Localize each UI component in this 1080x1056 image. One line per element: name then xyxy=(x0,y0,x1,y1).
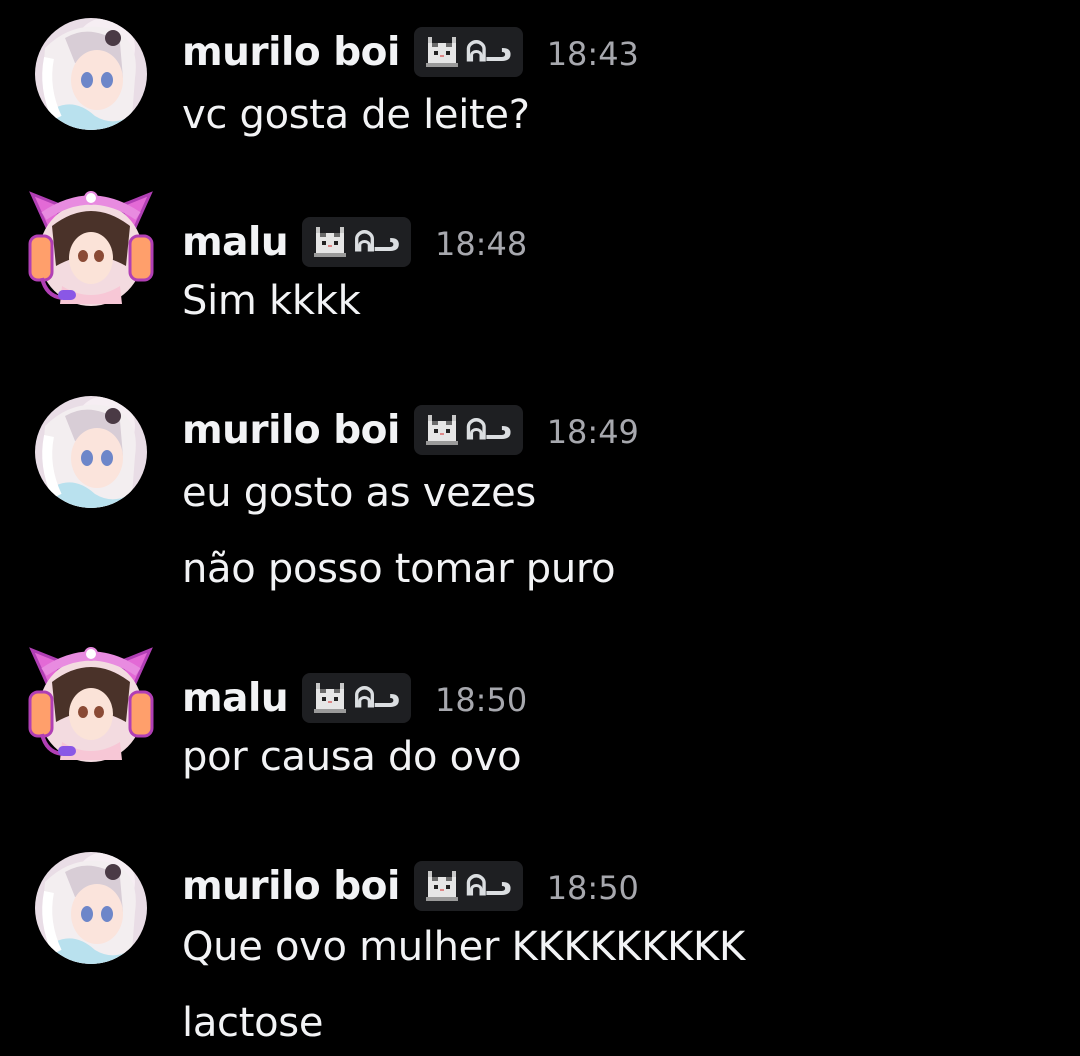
pixel-cat-icon xyxy=(426,871,458,901)
message-text[interactable]: não posso tomar puro xyxy=(182,544,616,594)
tag-text: ᕱᓗ xyxy=(354,681,400,714)
user-tag[interactable]: ᕱᓗ xyxy=(413,405,523,455)
chat-log: murilo boi ᕱᓗ 18:43 vc gosta de leite? m… xyxy=(0,0,1080,1056)
message-header: murilo boi ᕱᓗ 18:50 xyxy=(182,858,639,914)
avatar[interactable] xyxy=(22,186,160,314)
avatar[interactable] xyxy=(35,852,147,964)
message-text[interactable]: por causa do ovo xyxy=(182,732,522,782)
message-text[interactable]: Que ovo mulher KKKKKKKKK xyxy=(182,922,745,972)
message-header: murilo boi ᕱᓗ 18:43 xyxy=(182,24,639,80)
tag-text: ᕱᓗ xyxy=(465,869,512,902)
message-header: malu ᕱᓗ 18:48 xyxy=(182,214,527,270)
user-tag[interactable]: ᕱᓗ xyxy=(413,861,523,911)
username[interactable]: murilo boi xyxy=(182,864,400,909)
message-header: murilo boi ᕱᓗ 18:49 xyxy=(182,402,639,458)
pixel-cat-icon xyxy=(314,683,346,713)
pixel-cat-icon xyxy=(426,415,458,445)
pixel-cat-icon xyxy=(426,37,458,67)
avatar[interactable] xyxy=(35,396,147,508)
anime-girl-avatar-icon xyxy=(35,396,147,508)
tag-text: ᕱᓗ xyxy=(465,413,512,446)
cat-headset-avatar-icon xyxy=(22,642,160,770)
user-tag[interactable]: ᕱᓗ xyxy=(413,27,523,77)
username[interactable]: murilo boi xyxy=(182,408,400,453)
timestamp[interactable]: 18:50 xyxy=(435,677,527,719)
username[interactable]: malu xyxy=(182,220,289,265)
anime-girl-avatar-icon xyxy=(35,852,147,964)
timestamp[interactable]: 18:43 xyxy=(547,31,639,73)
message-header: malu ᕱᓗ 18:50 xyxy=(182,670,527,726)
timestamp[interactable]: 18:48 xyxy=(435,221,527,263)
pixel-cat-icon xyxy=(314,227,346,257)
tag-text: ᕱᓗ xyxy=(465,35,512,68)
avatar[interactable] xyxy=(22,642,160,770)
anime-girl-avatar-icon xyxy=(35,18,147,130)
message-text[interactable]: Sim kkkk xyxy=(182,276,361,326)
timestamp[interactable]: 18:50 xyxy=(547,865,639,907)
username[interactable]: murilo boi xyxy=(182,30,400,75)
timestamp[interactable]: 18:49 xyxy=(547,409,639,451)
tag-text: ᕱᓗ xyxy=(354,225,400,258)
cat-headset-avatar-icon xyxy=(22,186,160,314)
message-text[interactable]: lactose xyxy=(182,998,323,1048)
username[interactable]: malu xyxy=(182,676,289,721)
message-text[interactable]: eu gosto as vezes xyxy=(182,468,536,518)
message-text[interactable]: vc gosta de leite? xyxy=(182,90,530,140)
avatar[interactable] xyxy=(35,18,147,130)
user-tag[interactable]: ᕱᓗ xyxy=(302,217,411,267)
user-tag[interactable]: ᕱᓗ xyxy=(302,673,411,723)
